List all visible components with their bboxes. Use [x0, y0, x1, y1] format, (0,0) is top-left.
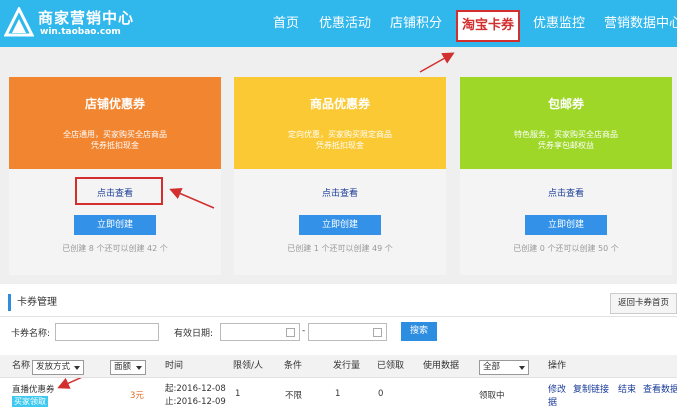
- start-date: 起:2016-12-08: [165, 384, 226, 394]
- col-condition: 条件: [284, 361, 303, 371]
- limit-value: 1: [235, 389, 241, 399]
- start-date-input[interactable]: [220, 323, 300, 341]
- section-title: 卡券管理: [8, 294, 57, 311]
- end-date-input[interactable]: [308, 323, 387, 341]
- calendar-icon[interactable]: [286, 328, 295, 337]
- col-limit: 限领/人: [233, 361, 264, 371]
- method-select[interactable]: 发放方式: [32, 360, 84, 375]
- chevron-down-icon: [136, 366, 142, 370]
- chevron-down-icon: [74, 366, 80, 370]
- claimed-value: 0: [378, 389, 384, 399]
- status-value: 领取中: [479, 391, 505, 401]
- edit-link-wrap[interactable]: 据: [548, 395, 557, 408]
- return-home-button[interactable]: 返回卡券首页: [610, 293, 677, 314]
- col-issued: 发行量: [333, 361, 361, 371]
- divider: [0, 316, 677, 317]
- method-select-value: 发放方式: [36, 362, 71, 372]
- calendar-icon[interactable]: [373, 328, 382, 337]
- table-header: 名称 时间 限领/人 条件 发行量 已领取 使用数据 操作: [0, 355, 677, 378]
- chevron-down-icon: [519, 366, 525, 370]
- issued-value: 1: [335, 389, 341, 399]
- coupon-name-input[interactable]: [55, 323, 159, 341]
- col-time: 时间: [165, 361, 184, 371]
- status-select-value: 全部: [483, 362, 501, 372]
- amount-select[interactable]: 面额: [110, 360, 146, 375]
- col-ops: 操作: [548, 361, 567, 371]
- coupon-name-label: 卡券名称:: [11, 329, 51, 339]
- copy-link[interactable]: 复制链接: [573, 382, 609, 395]
- condition-value: 不限: [285, 391, 303, 401]
- col-usage: 使用数据: [423, 361, 460, 371]
- claim-method-badge: 买家领取: [12, 396, 48, 407]
- annotation-arrows: [57, 52, 455, 389]
- end-link[interactable]: 结束: [618, 382, 636, 395]
- date-separator: -: [302, 326, 306, 336]
- status-select[interactable]: 全部: [479, 360, 529, 375]
- end-date: 止:2016-12-09: [165, 397, 226, 407]
- view-data-link[interactable]: 查看数据: [643, 382, 677, 395]
- amount-select-value: 面额: [114, 362, 132, 372]
- search-button[interactable]: 搜索: [401, 322, 437, 341]
- col-claimed: 已领取: [377, 361, 405, 371]
- col-name: 名称: [12, 361, 31, 371]
- coupon-amount: 3元: [130, 391, 144, 401]
- date-label: 有效日期:: [174, 329, 214, 339]
- coupon-name: 直播优惠券: [12, 385, 55, 395]
- edit-link[interactable]: 修改: [548, 382, 566, 395]
